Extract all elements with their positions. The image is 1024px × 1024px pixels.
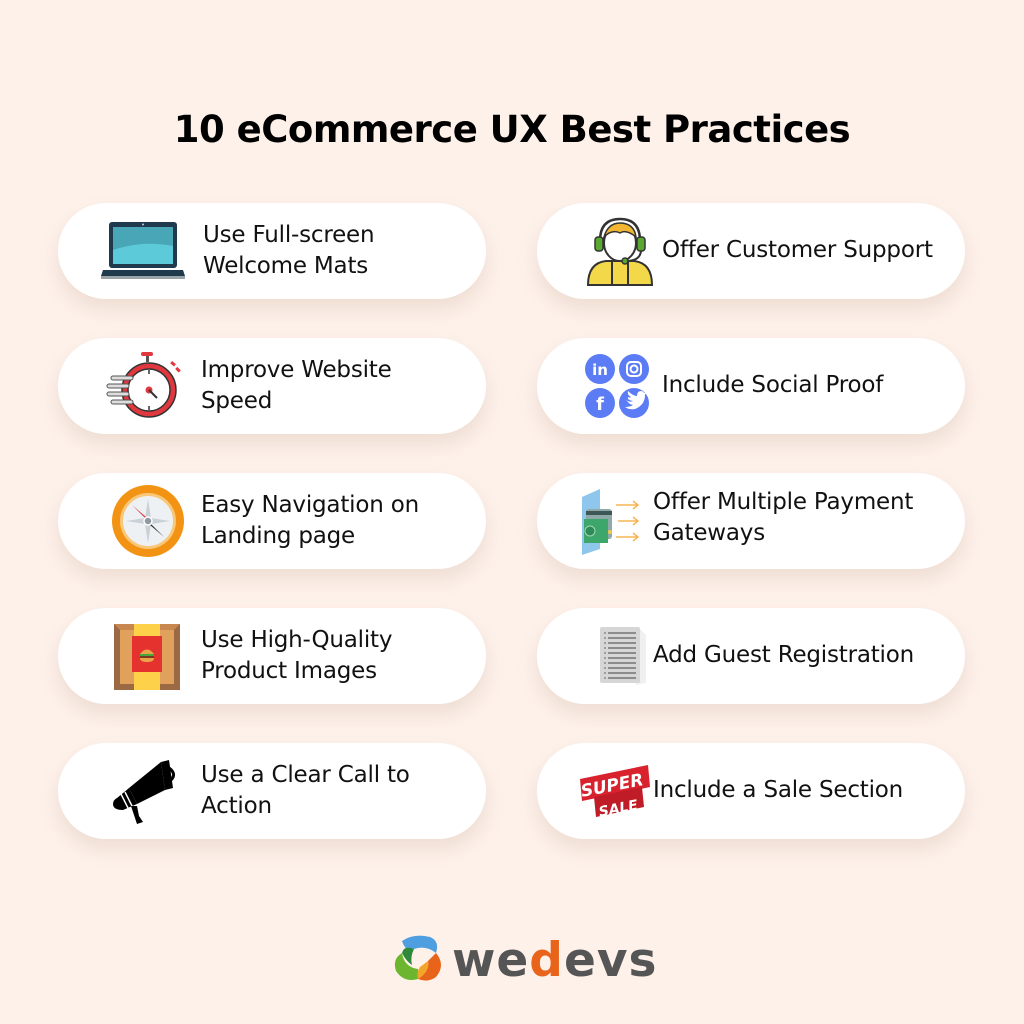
logo-text-part: we [452, 932, 530, 988]
super-sale-icon: SUPER SALE [571, 753, 661, 833]
stopwatch-icon [100, 346, 190, 426]
practice-card-easy-navigation: Easy Navigation on Landing page [58, 473, 486, 569]
page-title: 10 eCommerce UX Best Practices [173, 108, 851, 151]
practice-label: Offer Multiple Payment Gateways [653, 489, 914, 546]
practice-label: Easy Navigation on Landing page [201, 492, 419, 549]
practice-card-payment-gateways: Offer Multiple Payment Gateways [537, 473, 965, 569]
practice-label: Add Guest Registration [653, 642, 914, 668]
practice-label: Include Social Proof [662, 372, 884, 398]
laptop-icon [98, 211, 188, 291]
practice-card-social-proof: in f Include Social Proof [537, 338, 965, 434]
practice-label: Improve Website Speed [201, 357, 392, 414]
practice-card-website-speed: Improve Website Speed [58, 338, 486, 434]
practice-card-guest-registration: Add Guest Registration [537, 608, 965, 704]
practice-card-customer-support: Offer Customer Support [537, 203, 965, 299]
practice-card-product-images: Use High-Quality Product Images [58, 608, 486, 704]
wedevs-logo-mark-icon [394, 935, 441, 981]
practice-label: Use a Clear Call to Action [201, 762, 410, 819]
customer-support-headset-icon [575, 211, 665, 291]
practice-card-sale-section: SUPER SALE Include a Sale Section [537, 743, 965, 839]
practice-label: Offer Customer Support [662, 237, 933, 263]
practice-label: Use Full-screen Welcome Mats [203, 222, 375, 279]
wedevs-logo-text: wedevs [452, 933, 657, 988]
logo-text-part: evs [563, 932, 658, 988]
megaphone-icon [100, 753, 190, 833]
logo-text-accent: d [529, 932, 564, 988]
practice-label: Include a Sale Section [653, 777, 904, 803]
facebook-icon: f [596, 394, 604, 415]
wedevs-logo[interactable]: wedevs [390, 930, 657, 990]
linkedin-icon: in [592, 361, 608, 379]
practice-card-call-to-action: Use a Clear Call to Action [58, 743, 486, 839]
practice-label: Use High-Quality Product Images [201, 627, 393, 684]
compass-icon [103, 481, 193, 561]
product-box-icon [102, 616, 192, 696]
form-document-icon [573, 616, 663, 696]
social-media-icons: in f [573, 346, 663, 426]
practice-card-welcome-mats: Use Full-screen Welcome Mats [58, 203, 486, 299]
payment-card-icon [573, 481, 663, 561]
